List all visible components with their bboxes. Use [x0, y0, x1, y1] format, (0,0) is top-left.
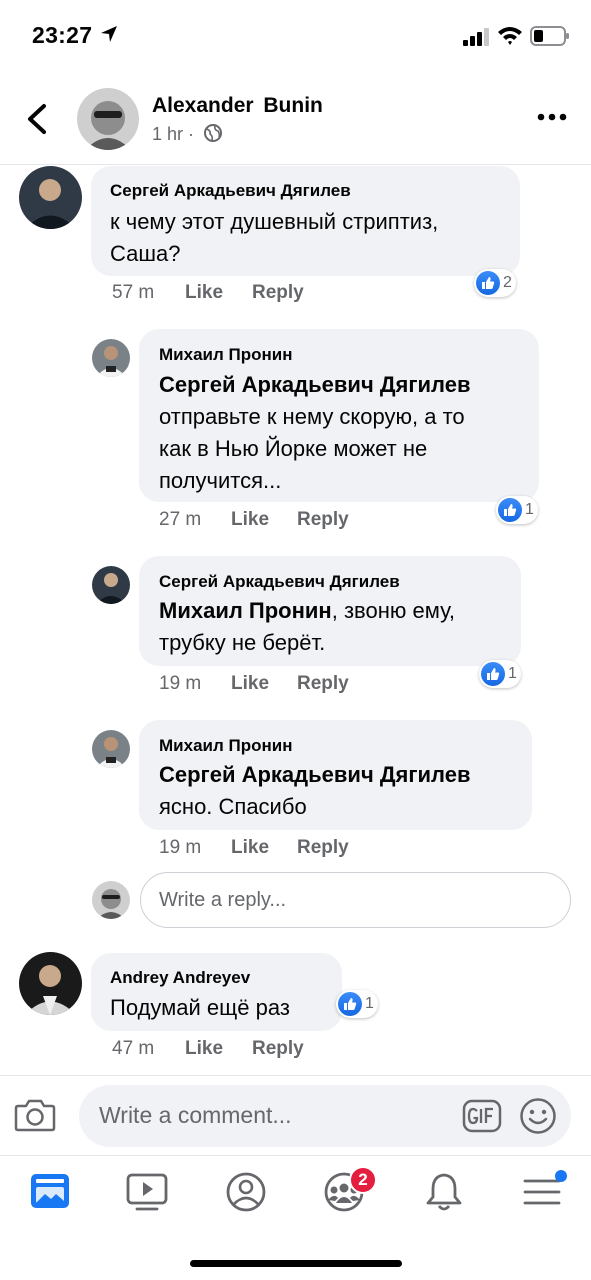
- comment-author[interactable]: Сергей Аркадьевич Дягилев: [159, 572, 400, 592]
- location-arrow-icon: [101, 26, 117, 42]
- reaction-summary[interactable]: 1: [336, 990, 378, 1018]
- like-button[interactable]: Like: [231, 837, 269, 859]
- back-chevron-icon[interactable]: [22, 102, 52, 136]
- reaction-count: 1: [365, 995, 374, 1012]
- status-time: 23:27: [32, 22, 93, 48]
- globe-icon: [204, 124, 222, 142]
- comment-author[interactable]: Михаил Пронин: [159, 345, 292, 365]
- profile-icon[interactable]: [223, 1170, 269, 1214]
- comment-placeholder: Write a comment...: [99, 1102, 292, 1128]
- battery-icon: [530, 26, 569, 46]
- comment-bubble: Михаил Пронин Сергей Аркадьевич Дягилев …: [139, 720, 532, 830]
- commenter-avatar[interactable]: [92, 730, 130, 768]
- comment-line: Саша?: [110, 241, 181, 266]
- comment-line: , звоню ему,: [331, 598, 456, 623]
- commenter-avatar[interactable]: [19, 166, 82, 229]
- reaction-count: 1: [508, 665, 517, 682]
- watch-video-icon[interactable]: [124, 1170, 170, 1214]
- commenter-avatar[interactable]: [19, 952, 82, 1015]
- like-button[interactable]: Like: [185, 282, 223, 304]
- like-button[interactable]: Like: [185, 1038, 223, 1060]
- comment-line: отправьте к нему скорую, а то: [159, 404, 465, 429]
- mention-link[interactable]: Сергей Аркадьевич Дягилев: [159, 372, 470, 397]
- reply-button[interactable]: Reply: [252, 282, 304, 304]
- comment-author[interactable]: Михаил Пронин: [159, 736, 292, 756]
- like-button[interactable]: Like: [231, 509, 269, 531]
- comment-text: Подумай ещё раз: [110, 992, 290, 1024]
- mention-link[interactable]: Сергей Аркадьевич Дягилев: [159, 762, 470, 787]
- reaction-summary[interactable]: 1: [479, 660, 521, 688]
- reaction-count: 1: [525, 501, 534, 518]
- comment-time: 19 m: [159, 837, 202, 858]
- reply-button[interactable]: Reply: [297, 673, 349, 695]
- comment-line: трубку не берёт.: [159, 630, 326, 655]
- commenter-avatar[interactable]: [92, 339, 130, 377]
- comment-bubble: Сергей Аркадьевич Дягилев к чему этот ду…: [91, 166, 520, 276]
- reaction-summary[interactable]: 2: [474, 269, 516, 297]
- reaction-summary[interactable]: 1: [496, 496, 538, 524]
- comment-input[interactable]: Write a comment...: [79, 1085, 571, 1147]
- reply-button[interactable]: Reply: [252, 1038, 304, 1060]
- menu-notification-dot: [555, 1170, 567, 1182]
- reply-input[interactable]: Write a reply...: [140, 872, 571, 928]
- comment-time: 57 m: [112, 282, 155, 303]
- reply-button[interactable]: Reply: [297, 509, 349, 531]
- comment-line: как в Нью Йорке может не: [159, 436, 428, 461]
- commenter-avatar[interactable]: [92, 566, 130, 604]
- reply-placeholder: Write a reply...: [159, 889, 287, 911]
- like-button[interactable]: Like: [231, 673, 269, 695]
- comment-text: Сергей Аркадьевич Дягилев отправьте к не…: [159, 369, 470, 497]
- current-user-avatar: [92, 881, 130, 919]
- comment-author[interactable]: Сергей Аркадьевич Дягилев: [110, 181, 351, 201]
- post-time: 1 hr ·: [152, 124, 195, 144]
- comment-bubble: Andrey Andreyev Подумай ещё раз: [91, 953, 342, 1031]
- comment-text: к чему этот душевный стриптиз, Саша?: [110, 206, 438, 270]
- news-feed-icon[interactable]: [27, 1170, 73, 1214]
- like-reaction-icon: [481, 662, 505, 686]
- comment-author[interactable]: Andrey Andreyev: [110, 968, 250, 988]
- like-reaction-icon: [498, 498, 522, 522]
- comment-time: 47 m: [112, 1038, 155, 1059]
- comment-line: к чему этот душевный стриптиз,: [110, 209, 439, 234]
- home-indicator: [190, 1260, 402, 1267]
- more-options-icon[interactable]: [537, 110, 567, 124]
- status-bar: 23:27: [0, 0, 591, 70]
- reply-button[interactable]: Reply: [297, 837, 349, 859]
- bell-icon[interactable]: [421, 1170, 467, 1214]
- wifi-icon: [498, 27, 522, 45]
- comment-time: 27 m: [159, 509, 202, 530]
- like-reaction-icon: [338, 992, 362, 1016]
- camera-icon[interactable]: [14, 1097, 56, 1133]
- mention-link[interactable]: Михаил Пронин: [159, 598, 332, 623]
- divider: [0, 1075, 591, 1076]
- comment-text: Михаил Пронин, звоню ему, трубку не берё…: [159, 595, 455, 659]
- reaction-count: 2: [503, 274, 512, 291]
- comment-bubble: Михаил Пронин Сергей Аркадьевич Дягилев …: [139, 329, 539, 502]
- gif-icon[interactable]: [462, 1099, 502, 1133]
- post-header: Alexander Bunin 1 hr ·: [0, 70, 591, 165]
- author-name[interactable]: Alexander Bunin: [152, 94, 323, 118]
- comment-time: 19 m: [159, 673, 202, 694]
- cellular-signal-icon: [463, 28, 489, 46]
- notification-badge: 2: [349, 1166, 377, 1194]
- emoji-icon[interactable]: [519, 1097, 557, 1135]
- author-avatar[interactable]: [77, 88, 139, 150]
- comment-text: Сергей Аркадьевич Дягилев ясно. Спасибо: [159, 759, 470, 823]
- comment-line: получится...: [159, 468, 282, 493]
- like-reaction-icon: [476, 271, 500, 295]
- comment-bubble: Сергей Аркадьевич Дягилев Михаил Пронин,…: [139, 556, 521, 666]
- comment-line: ясно. Спасибо: [159, 794, 307, 819]
- comment-line: Подумай ещё раз: [110, 995, 290, 1020]
